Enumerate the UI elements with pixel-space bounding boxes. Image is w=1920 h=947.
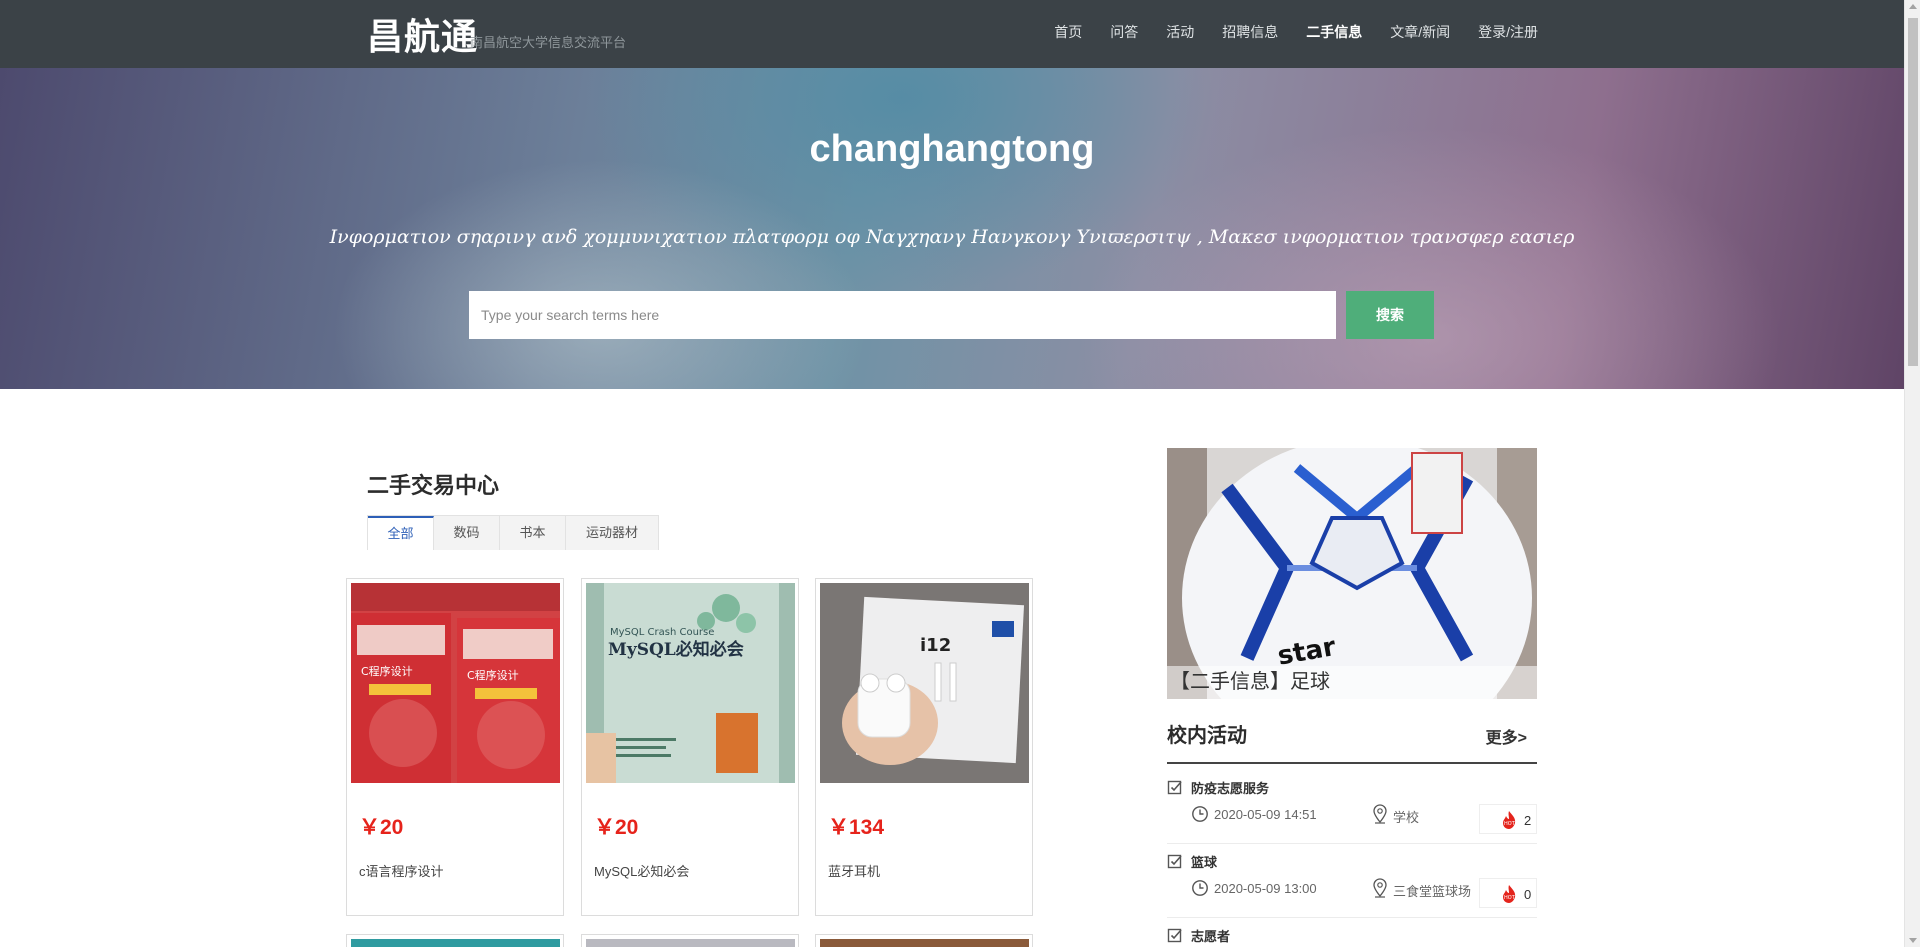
tab-all[interactable]: 全部 (368, 516, 434, 550)
scroll-down-arrow-icon[interactable] (1909, 938, 1917, 943)
section-title: 二手交易中心 (367, 473, 500, 498)
activity-time: 2020-05-09 13:00 (1214, 881, 1317, 896)
product-image[interactable]: i12 (820, 583, 1029, 783)
nav-home[interactable]: 首页 (1054, 22, 1082, 42)
location-pin-icon (1373, 804, 1387, 824)
page: 昌航通 南昌航空大学信息交流平台 首页 问答 活动 招聘信息 二手信息 文章/新… (0, 0, 1920, 947)
activity-item[interactable]: 志愿者 (1167, 926, 1537, 947)
product-name[interactable]: c语言程序设计 (359, 861, 444, 880)
hot-count: 2 (1524, 813, 1532, 828)
svg-text:C程序设计: C程序设计 (361, 664, 413, 678)
nav-login-register[interactable]: 登录/注册 (1478, 22, 1538, 42)
activity-item[interactable]: 防疫志愿服务 2020-05-09 14:51 学校 HOT 2 (1167, 778, 1537, 844)
tab-sports[interactable]: 运动器材 (566, 516, 658, 550)
activities-header: 校内活动 更多> (1167, 719, 1537, 764)
product-name[interactable]: 蓝牙耳机 (828, 861, 880, 880)
product-card[interactable]: C程序设计 C程序设计 ￥20 c语言程序设计 (346, 578, 564, 916)
svg-text:MySQL必知必会: MySQL必知必会 (608, 639, 744, 660)
nav-activities[interactable]: 活动 (1166, 22, 1194, 42)
svg-text:C程序设计: C程序设计 (467, 668, 519, 682)
activity-time: 2020-05-09 14:51 (1214, 807, 1317, 822)
product-name[interactable]: MySQL必知必会 (594, 861, 689, 880)
search-button[interactable]: 搜索 (1346, 291, 1434, 339)
activity-name[interactable]: 防疫志愿服务 (1191, 778, 1269, 797)
hero-banner: changhangtong Ινφορματιον σηαρινγ ανδ χο… (0, 68, 1904, 389)
nav-qa[interactable]: 问答 (1110, 22, 1138, 42)
svg-text:HOT: HOT (1504, 895, 1516, 901)
svg-text:i12: i12 (920, 635, 951, 656)
nav-secondhand[interactable]: 二手信息 (1306, 22, 1362, 42)
search-input[interactable] (469, 291, 1336, 339)
scroll-thumb[interactable] (1908, 18, 1918, 366)
featured-image: star (1167, 448, 1537, 699)
activity-place: 三食堂篮球场 (1393, 884, 1472, 899)
product-card[interactable] (815, 934, 1033, 947)
product-image[interactable]: C程序设计 C程序设计 (351, 583, 560, 783)
product-card[interactable] (581, 934, 799, 947)
product-price: ￥20 (359, 816, 404, 839)
hot-badge: HOT 2 (1479, 804, 1537, 834)
hero-title: changhangtong (809, 128, 1095, 170)
product-image[interactable] (820, 939, 1029, 947)
product-price: ￥20 (594, 816, 639, 839)
svg-text:MySQL Crash Course: MySQL Crash Course (610, 627, 714, 638)
featured-item[interactable]: star 【二手信息】足球 (1167, 448, 1537, 699)
nav-articles[interactable]: 文章/新闻 (1390, 22, 1450, 42)
hot-flame-icon: HOT (1503, 811, 1516, 829)
product-card[interactable] (346, 934, 564, 947)
svg-text:HOT: HOT (1504, 821, 1516, 827)
tab-digital[interactable]: 数码 (434, 516, 500, 550)
product-image[interactable]: MySQL Crash Course MySQL必知必会 (586, 583, 795, 783)
tab-books[interactable]: 书本 (500, 516, 566, 550)
hot-flame-icon: HOT (1503, 885, 1516, 903)
location-pin-icon (1373, 878, 1387, 898)
activity-item[interactable]: 篮球 2020-05-09 13:00 三食堂篮球场 HOT 0 (1167, 852, 1537, 918)
checkbox-icon (1167, 780, 1182, 795)
activity-name[interactable]: 篮球 (1191, 852, 1217, 871)
product-price: ￥134 (828, 816, 885, 839)
activity-place: 学校 (1393, 810, 1420, 825)
activities-title: 校内活动 (1167, 725, 1247, 747)
product-card[interactable]: MySQL Crash Course MySQL必知必会 ￥20 MySQL必知… (581, 578, 799, 916)
scroll-up-arrow-icon[interactable] (1909, 4, 1917, 9)
more-link[interactable]: 更多> (1486, 724, 1527, 748)
activity-name[interactable]: 志愿者 (1191, 926, 1230, 945)
site-logo[interactable]: 昌航通 (367, 8, 478, 60)
clock-icon (1192, 806, 1208, 822)
product-card[interactable]: i12 ￥134 蓝牙耳机 (815, 578, 1033, 916)
product-image[interactable] (586, 939, 795, 947)
hero-subtitle: Ινφορματιον σηαρινγ ανδ χομμυνιχατιον πλ… (329, 226, 1575, 248)
category-tabs: 全部 数码 书本 运动器材 (367, 515, 659, 550)
site-tagline: 南昌航空大学信息交流平台 (470, 35, 627, 50)
hot-badge: HOT 0 (1479, 878, 1537, 908)
top-navbar: 昌航通 南昌航空大学信息交流平台 首页 问答 活动 招聘信息 二手信息 文章/新… (0, 0, 1904, 68)
clock-icon (1192, 880, 1208, 896)
product-image[interactable] (351, 939, 560, 947)
checkbox-icon (1167, 854, 1182, 869)
featured-caption[interactable]: 【二手信息】足球 (1167, 666, 1537, 699)
page-scrollbar[interactable] (1904, 0, 1920, 947)
nav-jobs[interactable]: 招聘信息 (1222, 22, 1278, 42)
hot-count: 0 (1524, 887, 1532, 902)
main-nav: 首页 问答 活动 招聘信息 二手信息 文章/新闻 登录/注册 (1054, 22, 1538, 42)
checkbox-icon (1167, 928, 1182, 943)
